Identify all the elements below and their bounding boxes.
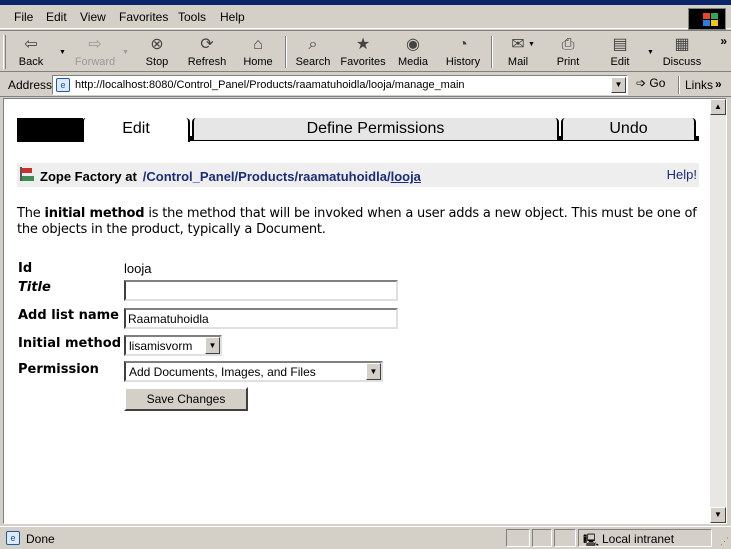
media-button[interactable]: ◉ Media — [393, 33, 433, 71]
chevron-down-icon[interactable]: ▼ — [205, 337, 220, 354]
object-header: Zope Factory at/Control_Panel/Products/r… — [17, 163, 699, 187]
go-arrow-icon: ➩ — [636, 76, 647, 90]
history-icon: ◔ — [458, 36, 468, 53]
tab-define-permissions[interactable]: Define Permissions — [192, 118, 559, 140]
standard-toolbar: ⇦ Back ▼ ⇨ Forward ▼ ⊗ Stop ⟳ Refresh ⌂ … — [0, 30, 731, 72]
address-url[interactable]: http://localhost:8080/Control_Panel/Prod… — [75, 79, 465, 91]
toolbar-overflow-icon[interactable]: » — [720, 34, 727, 48]
status-panel-main — [4, 529, 504, 547]
printer-icon: ⎙ — [561, 36, 575, 53]
status-bar: e Done 🖳 Local intranet ⋰ — [0, 526, 731, 549]
status-panel — [506, 529, 530, 547]
favorites-button[interactable]: ★ Favorites — [338, 33, 388, 71]
menu-favorites[interactable]: Favorites — [119, 10, 168, 24]
header-path-link[interactable]: looja — [391, 169, 421, 184]
go-button[interactable]: ➩ Go — [636, 76, 665, 90]
toolbar-grip[interactable] — [3, 35, 6, 69]
add-list-name-input[interactable]: Raamatuhoidla — [124, 308, 398, 329]
permission-select[interactable]: Add Documents, Images, and Files ▼ — [124, 361, 383, 382]
toolbar-separator — [285, 36, 287, 68]
address-label: Address — [8, 78, 53, 92]
edit-dropdown-icon[interactable]: ▼ — [647, 49, 654, 56]
menu-edit[interactable]: Edit — [46, 10, 67, 24]
stop-icon: ⊗ — [150, 36, 164, 53]
chevron-down-icon[interactable]: ▼ — [366, 363, 381, 380]
save-changes-button[interactable]: Save Changes — [124, 387, 248, 411]
print-button[interactable]: ⎙ Print — [548, 33, 588, 71]
search-button[interactable]: ⌕ Search — [292, 33, 334, 71]
initial-method-label: Initial method — [18, 336, 122, 351]
home-button[interactable]: ⌂ Home — [238, 33, 278, 71]
local-intranet-icon: 🖳 — [583, 533, 600, 547]
edit-button[interactable]: ▤ Edit — [600, 33, 640, 71]
help-link[interactable]: Help! — [667, 167, 697, 182]
menu-help[interactable]: Help — [220, 10, 245, 24]
page-icon: e — [56, 78, 70, 92]
discuss-button[interactable]: ▦ Discuss — [658, 33, 706, 71]
add-list-name-label: Add list name — [18, 308, 119, 323]
forward-button[interactable]: ⇨ Forward — [70, 33, 120, 71]
address-input[interactable]: e http://localhost:8080/Control_Panel/Pr… — [52, 75, 628, 95]
mail-button[interactable]: ✉ Mail — [498, 33, 538, 71]
back-arrow-icon: ⇦ — [24, 36, 38, 53]
description-text: The initial method is the method that wi… — [17, 206, 697, 237]
mail-icon: ✉ — [511, 36, 525, 53]
title-input[interactable] — [124, 280, 398, 301]
back-dropdown-icon[interactable]: ▼ — [59, 49, 66, 56]
address-bar: Address e http://localhost:8080/Control_… — [0, 73, 731, 97]
stop-button[interactable]: ⊗ Stop — [137, 33, 177, 71]
status-panel — [554, 529, 576, 547]
windows-logo-icon — [688, 8, 726, 30]
favorites-icon: ★ — [355, 36, 371, 53]
permission-value: Add Documents, Images, and Files — [129, 365, 316, 379]
discuss-icon: ▦ — [674, 36, 690, 53]
forward-dropdown-icon[interactable]: ▼ — [122, 49, 129, 56]
scroll-up-icon[interactable]: ▲ — [710, 99, 726, 115]
header-path: /Control_Panel/Products/raamatuhoidla/lo… — [142, 169, 421, 184]
toolbar-separator — [491, 36, 493, 68]
links-overflow-icon[interactable]: » — [715, 77, 722, 91]
status-panel — [532, 529, 552, 547]
initial-method-value: lisamisvorm — [129, 339, 193, 353]
zone-text: Local intranet — [602, 532, 675, 546]
menu-view[interactable]: View — [80, 10, 106, 24]
resize-grip-icon[interactable]: ⋰ — [720, 536, 729, 547]
mail-dropdown-icon[interactable]: ▼ — [528, 41, 535, 48]
links-separator — [678, 76, 680, 94]
address-dropdown-icon[interactable]: ▼ — [611, 77, 626, 93]
tab-bar: Edit Define Permissions Undo — [17, 114, 699, 142]
header-title: Zope Factory at/Control_Panel/Products/r… — [40, 169, 421, 184]
back-button[interactable]: ⇦ Back — [12, 33, 50, 71]
initial-method-select[interactable]: lisamisvorm ▼ — [124, 335, 222, 356]
browser-viewport: Edit Define Permissions Undo Zope Factor… — [3, 98, 727, 524]
permission-label: Permission — [18, 362, 99, 377]
id-label: Id — [18, 261, 33, 276]
media-icon: ◉ — [406, 36, 420, 53]
id-value: looja — [124, 261, 152, 276]
history-button[interactable]: ◔ History — [440, 33, 486, 71]
title-label: Title — [18, 280, 51, 295]
refresh-icon: ⟳ — [200, 36, 214, 53]
links-button[interactable]: Links — [685, 78, 713, 92]
tab-bar-lead — [17, 118, 83, 142]
menu-file[interactable]: File — [14, 10, 33, 24]
vertical-scrollbar[interactable]: ▲ ▼ — [710, 99, 726, 523]
tab-undo[interactable]: Undo — [561, 118, 696, 140]
search-icon: ⌕ — [308, 36, 318, 53]
word-document-icon: ▤ — [612, 36, 628, 53]
tab-edit[interactable]: Edit — [82, 118, 190, 142]
refresh-button[interactable]: ⟳ Refresh — [184, 33, 230, 71]
scroll-down-icon[interactable]: ▼ — [710, 507, 726, 523]
home-icon: ⌂ — [253, 36, 263, 53]
menu-tools[interactable]: Tools — [178, 10, 206, 24]
forward-arrow-icon: ⇨ — [88, 36, 102, 53]
menu-bar: File Edit View Favorites Tools Help — [0, 5, 731, 30]
zope-factory-icon — [20, 167, 34, 181]
